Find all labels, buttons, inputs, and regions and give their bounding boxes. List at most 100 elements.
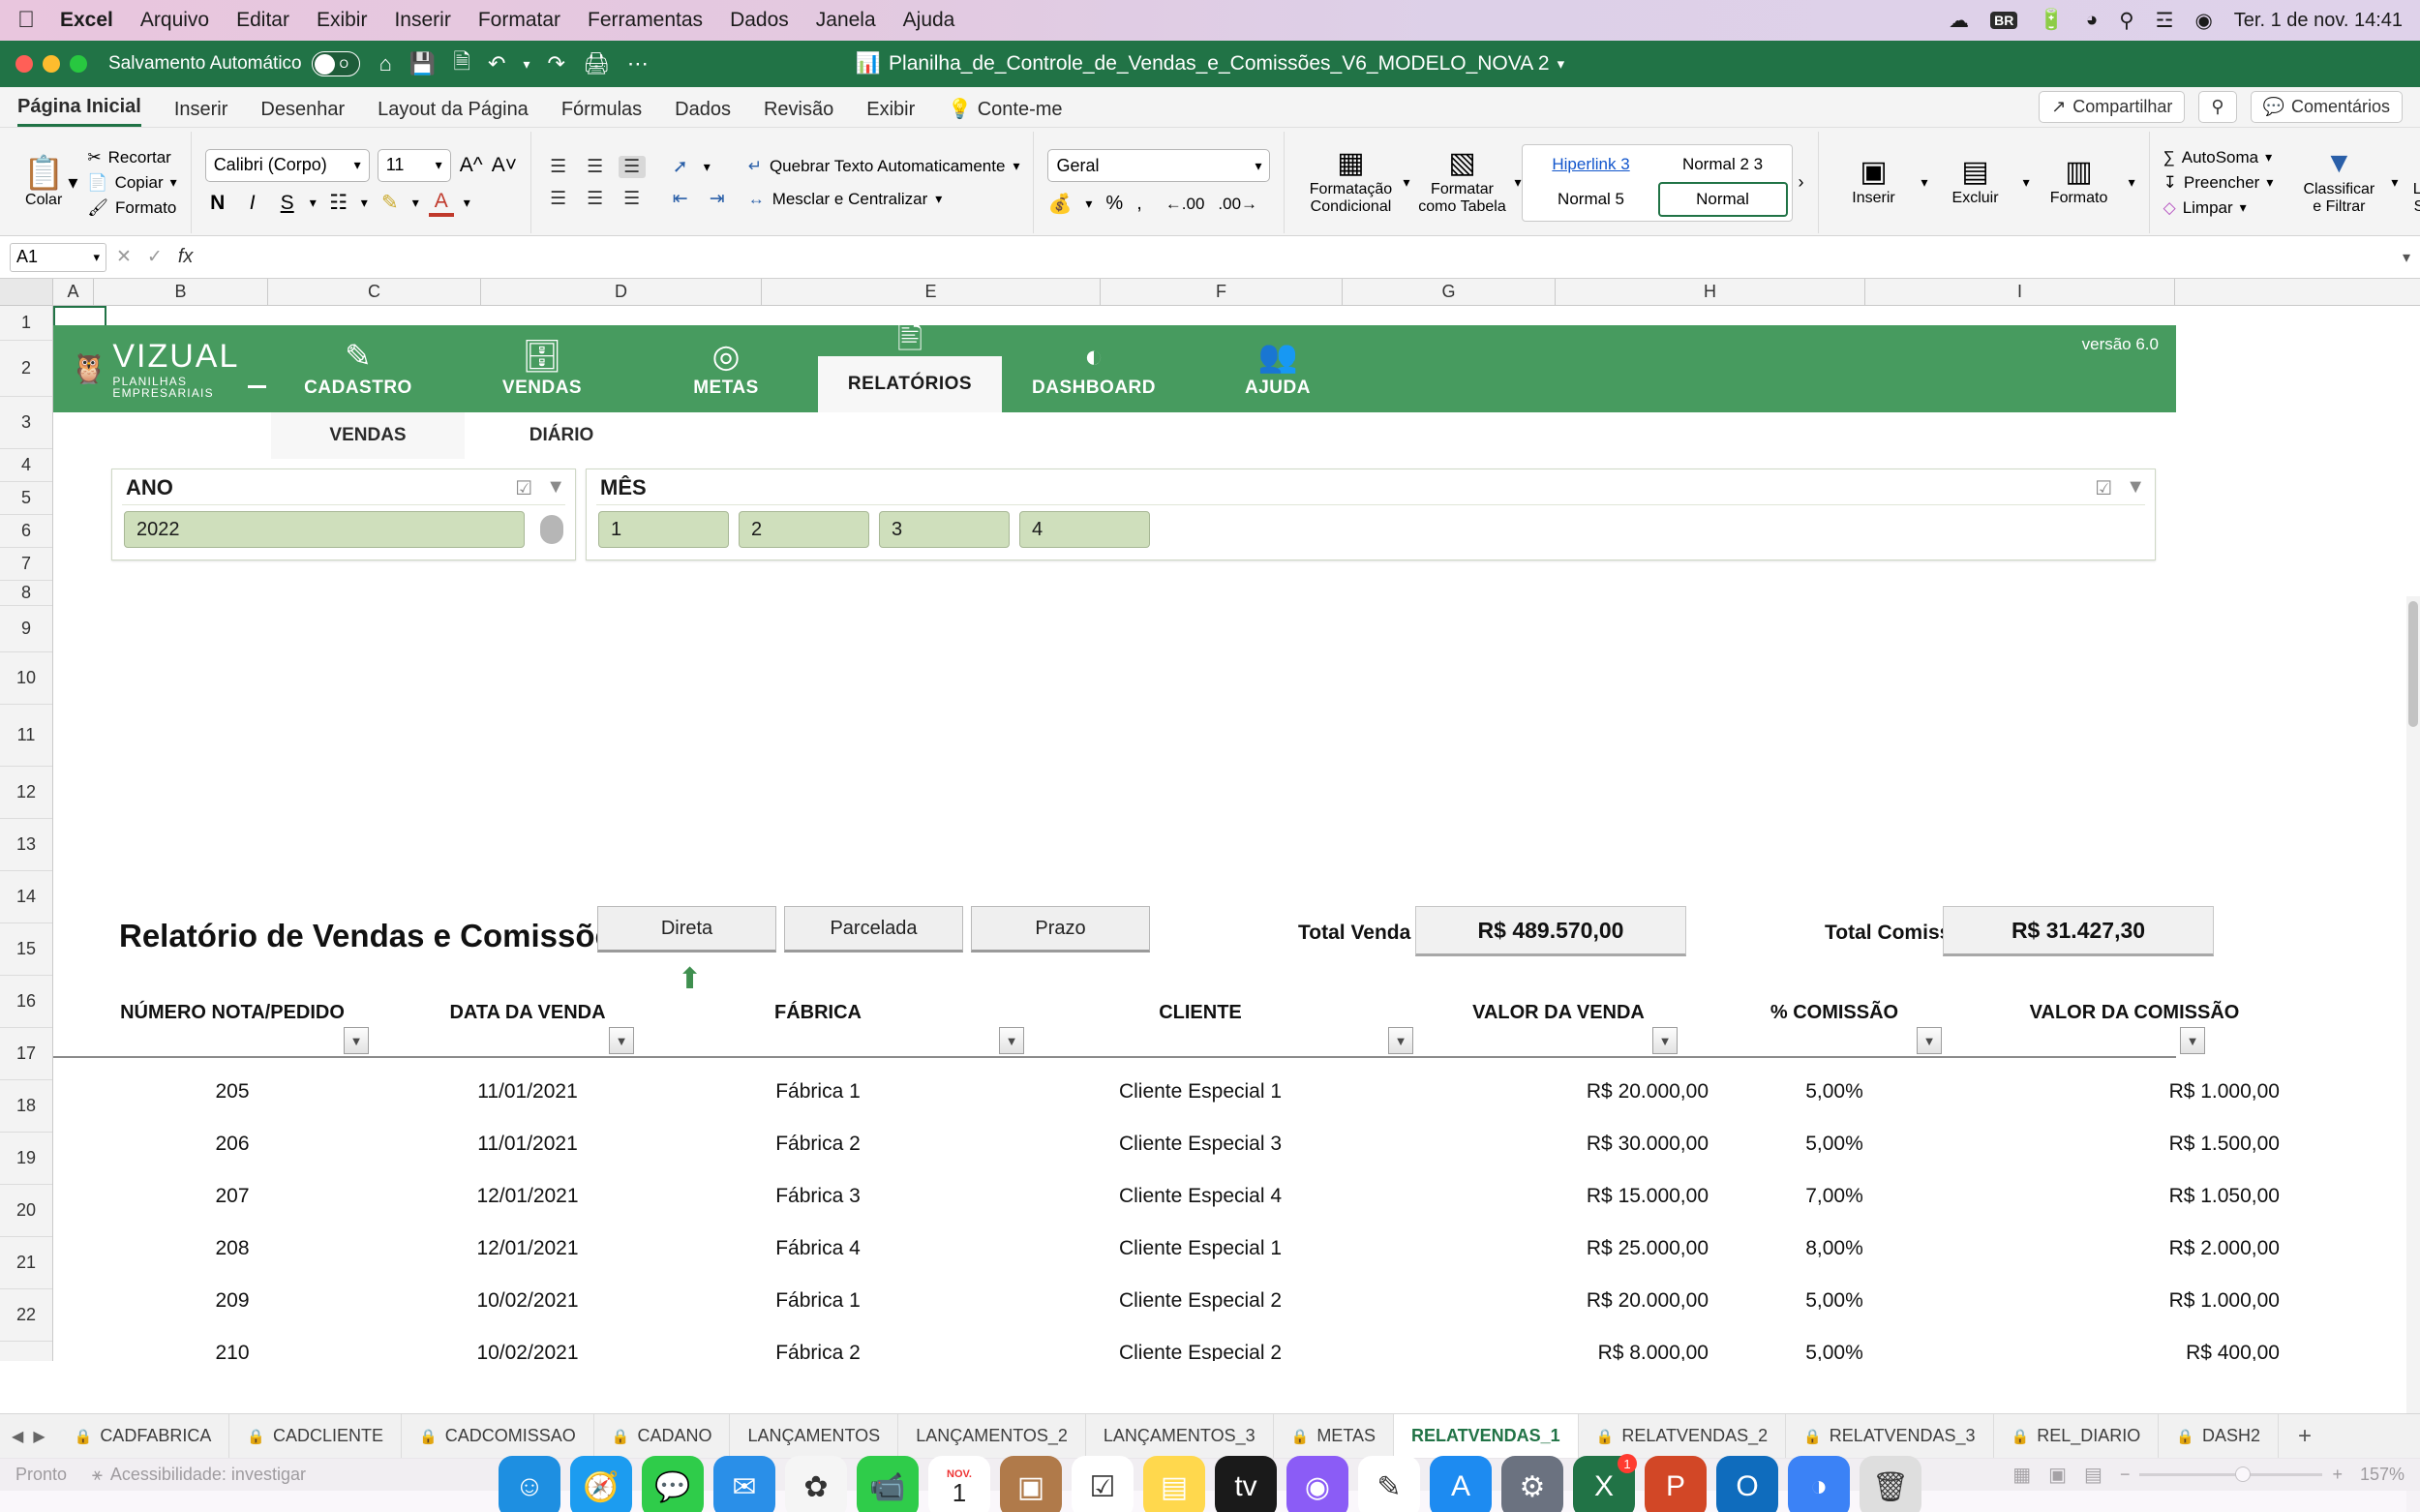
reminders-icon[interactable]: ☑ — [1072, 1456, 1134, 1512]
menu-excel[interactable]: Excel — [60, 9, 113, 32]
table-format-dropdown-icon[interactable]: ▾ — [1515, 174, 1522, 191]
row-header-2[interactable]: 2 — [0, 341, 52, 397]
align-right-button[interactable]: ☰ — [619, 188, 646, 210]
cell-cliente[interactable]: Cliente Especial 2 — [1041, 1275, 1360, 1327]
column-header-I[interactable]: I — [1865, 279, 2175, 305]
font-name-select[interactable]: Calibri (Corpo) ▾ — [204, 148, 370, 182]
minimize-window-button[interactable] — [43, 55, 60, 73]
home-icon[interactable]: ⌂ — [379, 51, 392, 76]
subtab-diario[interactable]: DIÁRIO — [465, 412, 658, 459]
filter-button-pct[interactable]: ▼ — [1917, 1027, 1942, 1054]
menu-dados[interactable]: Dados — [730, 9, 789, 32]
menu-exibir[interactable]: Exibir — [317, 9, 368, 32]
podcasts-icon[interactable]: ◉ — [1286, 1456, 1348, 1512]
search-icon[interactable]: ⚲ — [2119, 9, 2133, 33]
cell-valor[interactable]: R$ 30.000,00 — [1408, 1118, 1709, 1170]
sheet-tab-dash2[interactable]: 🔒 DASH2 — [2159, 1413, 2279, 1459]
notes-icon[interactable]: ▤ — [1143, 1456, 1205, 1512]
nav-item-dashboard[interactable]: ◐ DASHBOARD — [1002, 325, 1186, 412]
print-icon[interactable]: 🖨 — [583, 51, 610, 76]
paste-dropdown-icon[interactable]: ▾ — [68, 170, 77, 195]
cell-numero[interactable]: 208 — [73, 1223, 392, 1275]
tell-me-button[interactable]: 💡 Conte-me — [948, 97, 1062, 127]
cell-styles-gallery[interactable]: Hiperlink 3 Normal 2 3 Normal 5 Normal — [1521, 143, 1793, 222]
tab-formulas[interactable]: Fórmulas — [561, 99, 642, 127]
row-header-8[interactable]: 8 — [0, 581, 52, 606]
fill-button[interactable]: ↧ Preencher ▾ — [2163, 173, 2274, 193]
sheet-tab-cadano[interactable]: 🔒 CADANO — [594, 1413, 731, 1459]
cell-data[interactable]: 10/02/2021 — [382, 1327, 673, 1361]
nav-item-metas[interactable]: ◎ METAS — [634, 325, 818, 412]
sheet-tab-lan-amentos[interactable]: LANÇAMENTOS — [730, 1413, 899, 1459]
autosave-toggle[interactable]: O — [311, 51, 360, 76]
currency-format-button[interactable]: 💰 — [1047, 192, 1072, 216]
decrease-font-size-button[interactable]: A˅ — [492, 154, 517, 177]
vertical-scrollbar-thumb[interactable] — [2408, 601, 2418, 727]
font-color-button[interactable]: A — [428, 190, 454, 217]
currency-dropdown-icon[interactable]: ▾ — [1085, 196, 1092, 212]
cell-cliente[interactable]: Cliente Especial 4 — [1041, 1170, 1360, 1223]
cell-pct[interactable]: 5,00% — [1699, 1118, 1970, 1170]
settings-icon[interactable]: ⚙ — [1501, 1456, 1563, 1512]
cell-pct[interactable]: 8,00% — [1699, 1223, 1970, 1275]
cell-cliente[interactable]: Cliente Especial 1 — [1041, 1066, 1360, 1118]
tab-pagina-inicial[interactable]: Página Inicial — [17, 96, 141, 127]
paste-button[interactable]: 📋 Colar — [23, 157, 64, 209]
calendar-icon[interactable]: NOV. 1 — [928, 1456, 990, 1512]
preview-icon[interactable]: ◑ — [1788, 1456, 1850, 1512]
row-header-21[interactable]: 21 — [0, 1237, 52, 1289]
tab-desenhar[interactable]: Desenhar — [260, 99, 345, 127]
table-row[interactable]: 205 11/01/2021 Fábrica 1 Cliente Especial 1… — [53, 1066, 2280, 1118]
row-header-13[interactable]: 13 — [0, 819, 52, 871]
table-row[interactable]: 210 10/02/2021 Fábrica 2 Cliente Especial 2… — [53, 1327, 2280, 1361]
borders-dropdown-icon[interactable]: ▾ — [361, 195, 368, 211]
sheet-tab-rel-diario[interactable]: 🔒 REL_DIARIO — [1994, 1413, 2160, 1459]
fill-color-button[interactable]: ✎ — [378, 191, 403, 215]
cell-comissao[interactable]: R$ 1.050,00 — [1951, 1170, 2280, 1223]
delete-dropdown-icon[interactable]: ▾ — [2023, 174, 2030, 191]
column-header-D[interactable]: D — [481, 279, 762, 305]
cell-comissao[interactable]: R$ 1.000,00 — [1951, 1066, 2280, 1118]
cell-valor[interactable]: R$ 25.000,00 — [1408, 1223, 1709, 1275]
worksheet-surface[interactable]: 🦉 VIZUAL PLANILHAS EMPRESARIAIS ✎ CADAST… — [53, 306, 2420, 1361]
sheet-tab-lan-amentos-2[interactable]: LANÇAMENTOS_2 — [898, 1413, 1086, 1459]
select-all-corner[interactable] — [0, 279, 53, 305]
find-select-button[interactable]: ◯ Localizar e Selecionar — [2398, 149, 2420, 217]
add-sheet-button[interactable]: + — [2279, 1423, 2331, 1450]
row-header-5[interactable]: 5 — [0, 482, 52, 515]
vertical-scrollbar[interactable] — [2406, 596, 2420, 1512]
number-format-select[interactable]: Geral ▾ — [1047, 149, 1271, 182]
tab-layout-da-pagina[interactable]: Layout da Página — [378, 99, 529, 127]
sheet-tab-relatvendas-2[interactable]: 🔒 RELATVENDAS_2 — [1579, 1413, 1787, 1459]
cell-numero[interactable]: 207 — [73, 1170, 392, 1223]
slicer-ano-item-2022[interactable]: 2022 — [124, 511, 525, 548]
slicer-mes-item-2[interactable]: 2 — [739, 511, 869, 548]
document-title[interactable]: Planilha_de_Controle_de_Vendas_e_Comissõ… — [889, 52, 1550, 76]
title-dropdown-icon[interactable]: ▾ — [1558, 55, 1565, 73]
insert-dropdown-icon[interactable]: ▾ — [1921, 174, 1928, 191]
nav-item-ajuda[interactable]: 👥 AJUDA — [1186, 325, 1370, 412]
window-controls[interactable] — [15, 55, 87, 73]
column-header-H[interactable]: H — [1556, 279, 1865, 305]
clear-button[interactable]: ◇ Limpar ▾ — [2163, 198, 2274, 218]
contacts-icon[interactable]: ▣ — [1000, 1456, 1062, 1512]
apple-icon[interactable]:  — [17, 9, 35, 32]
align-middle-button[interactable]: ☰ — [582, 156, 609, 178]
cancel-entry-icon[interactable]: ✕ — [116, 246, 132, 268]
increase-indent-button[interactable]: ⇥ — [704, 188, 731, 210]
align-top-button[interactable]: ☰ — [545, 156, 572, 178]
cell-valor[interactable]: R$ 15.000,00 — [1408, 1170, 1709, 1223]
increase-decimal-button[interactable]: ←.00 — [1165, 195, 1205, 214]
filter-button-numero[interactable]: ▼ — [344, 1027, 369, 1054]
menu-ajuda[interactable]: Ajuda — [903, 9, 955, 32]
siri-icon[interactable]: ◉ — [2194, 9, 2212, 33]
percent-format-button[interactable]: % — [1105, 193, 1123, 215]
cell-fabrica[interactable]: Fábrica 2 — [692, 1327, 944, 1361]
row-header-3[interactable]: 3 — [0, 397, 52, 449]
row-header-10[interactable]: 10 — [0, 652, 52, 705]
font-color-dropdown-icon[interactable]: ▾ — [464, 195, 470, 211]
safari-icon[interactable]: 🧭 — [570, 1456, 632, 1512]
battery-icon[interactable]: 🔋 — [2039, 9, 2064, 32]
multi-select-icon[interactable]: ☑ — [2095, 476, 2112, 500]
menu-inserir[interactable]: Inserir — [394, 9, 450, 32]
